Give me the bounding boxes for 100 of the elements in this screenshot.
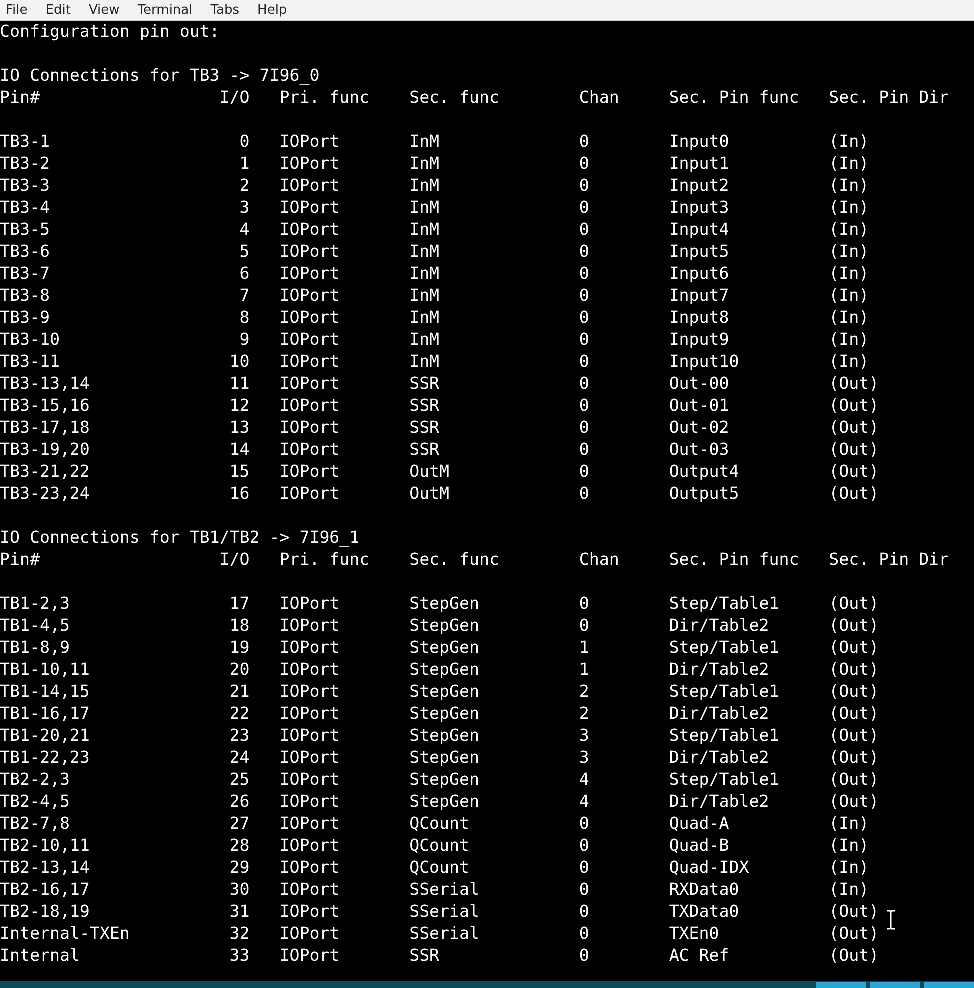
- secondary-function-cell-text: StepGen: [410, 637, 481, 659]
- io-cell-text: 0: [238, 131, 250, 153]
- pin-cell-text: TB3-3: [0, 175, 51, 197]
- pin-function-cell-text: Step/Table1: [669, 593, 780, 615]
- io-cell-text: 29: [228, 857, 250, 879]
- pin-direction-cell: (Out): [829, 439, 880, 461]
- io-cell-text: 5: [238, 241, 250, 263]
- pin-cell-text: TB1-14,15: [0, 681, 91, 703]
- secondary-function-cell-text: StepGen: [410, 593, 481, 615]
- io-cell-text: 20: [228, 659, 250, 681]
- pin-function-cell-text: Out-02: [669, 417, 730, 439]
- pin-direction-cell: (Out): [829, 593, 880, 615]
- primary-function-cell-text: IOPort: [280, 285, 341, 307]
- pin-function-cell-text: Dir/Table2: [669, 747, 770, 769]
- pin-direction-cell: (Out): [829, 373, 880, 395]
- secondary-function-cell-text: SSR: [410, 395, 441, 417]
- pin-function-cell-text: Input4: [669, 219, 730, 241]
- pin-direction-cell: (In): [829, 241, 870, 263]
- primary-function-cell-text: IOPort: [280, 307, 341, 329]
- pin-function-cell-text: Dir/Table2: [669, 615, 770, 637]
- io-cell-text: 3: [238, 197, 250, 219]
- primary-function-cell-text: IOPort: [280, 923, 341, 945]
- column-header: Chan: [579, 549, 620, 571]
- column-header: Pri. func: [280, 87, 371, 109]
- menu-item[interactable]: Tabs: [210, 4, 240, 16]
- io-cell-text: 4: [238, 219, 250, 241]
- menu-item[interactable]: Terminal: [138, 4, 193, 16]
- primary-function-cell-text: IOPort: [280, 835, 341, 857]
- pin-function-cell-text: Out-01: [669, 395, 730, 417]
- primary-function-cell-text: IOPort: [280, 945, 341, 967]
- primary-function-cell-text: IOPort: [280, 373, 341, 395]
- primary-function-cell-text: IOPort: [280, 879, 341, 901]
- primary-function-cell-text: IOPort: [280, 857, 341, 879]
- primary-function-cell-text: IOPort: [280, 439, 341, 461]
- io-cell-text: 11: [228, 373, 250, 395]
- pin-direction-cell: (In): [829, 857, 870, 879]
- channel-cell-text: 0: [579, 197, 590, 219]
- primary-function-cell-text: IOPort: [280, 703, 341, 725]
- channel-cell-text: 1: [579, 637, 590, 659]
- pin-function-cell-text: Input7: [669, 285, 730, 307]
- io-cell-text: 16: [228, 483, 250, 505]
- io-cell-text: 30: [228, 879, 250, 901]
- pin-cell-text: Internal-TXEn: [0, 923, 131, 945]
- pin-direction-cell: (Out): [829, 703, 880, 725]
- secondary-function-cell-text: SSR: [410, 417, 441, 439]
- secondary-function-cell-text: InM: [410, 241, 441, 263]
- column-header: Pin#: [0, 87, 41, 109]
- pin-cell-text: TB1-8,9: [0, 637, 71, 659]
- pin-function-cell-text: Input6: [669, 263, 730, 285]
- pin-direction-cell: (Out): [829, 901, 880, 923]
- menu-item[interactable]: Help: [258, 4, 288, 16]
- io-cell-text: 24: [228, 747, 250, 769]
- pin-direction-cell: (Out): [829, 659, 880, 681]
- pin-direction-cell: (In): [829, 153, 870, 175]
- channel-cell-text: 0: [579, 153, 590, 175]
- primary-function-cell-text: IOPort: [280, 417, 341, 439]
- pin-function-cell-text: Input0: [669, 131, 730, 153]
- pin-cell-text: TB3-10: [0, 329, 61, 351]
- pin-direction-cell: (Out): [829, 791, 880, 813]
- pin-direction-cell: (Out): [829, 945, 880, 967]
- column-header: Sec. Pin Dir: [829, 87, 950, 109]
- channel-cell-text: 0: [579, 439, 590, 461]
- secondary-function-cell-text: StepGen: [410, 659, 481, 681]
- pin-direction-cell: (In): [829, 263, 870, 285]
- menu-item[interactable]: Edit: [46, 4, 71, 16]
- channel-cell-text: 3: [579, 747, 590, 769]
- io-cell-text: 25: [228, 769, 250, 791]
- pin-cell-text: TB2-7,8: [0, 813, 71, 835]
- secondary-function-cell-text: OutM: [410, 461, 451, 483]
- pin-cell-text: TB3-4: [0, 197, 51, 219]
- secondary-function-cell-text: StepGen: [410, 725, 481, 747]
- pin-cell-text: TB2-10,11: [0, 835, 91, 857]
- pin-direction-cell: (In): [829, 307, 870, 329]
- channel-cell-text: 0: [579, 615, 590, 637]
- primary-function-cell-text: IOPort: [280, 175, 341, 197]
- channel-cell-text: 0: [579, 593, 590, 615]
- primary-function-cell-text: IOPort: [280, 153, 341, 175]
- pin-cell-text: TB3-5: [0, 219, 51, 241]
- pin-direction-cell: (Out): [829, 637, 880, 659]
- terminal-text: Configuration pin out:: [0, 21, 221, 43]
- text-cursor-icon: [886, 910, 896, 930]
- pin-cell-text: TB3-1: [0, 131, 51, 153]
- pin-direction-cell: (Out): [829, 681, 880, 703]
- primary-function-cell-text: IOPort: [280, 813, 341, 835]
- secondary-function-cell-text: QCount: [410, 835, 471, 857]
- io-cell-text: 9: [238, 329, 250, 351]
- secondary-function-cell-text: SSerial: [410, 879, 481, 901]
- io-cell-text: 26: [228, 791, 250, 813]
- column-header: I/O: [220, 87, 250, 109]
- pin-function-cell-text: Step/Table1: [669, 769, 780, 791]
- menu-item[interactable]: View: [88, 4, 120, 16]
- pin-function-cell-text: Input2: [669, 175, 730, 197]
- menu-item[interactable]: File: [6, 4, 28, 16]
- pin-cell-text: TB3-21,22: [0, 461, 91, 483]
- section-title: IO Connections for TB3 -> 7I96_0: [0, 65, 321, 87]
- primary-function-cell-text: IOPort: [280, 637, 341, 659]
- column-header: Pri. func: [280, 549, 371, 571]
- io-cell-text: 32: [228, 923, 250, 945]
- pin-cell-text: TB1-10,11: [0, 659, 91, 681]
- primary-function-cell-text: IOPort: [280, 241, 341, 263]
